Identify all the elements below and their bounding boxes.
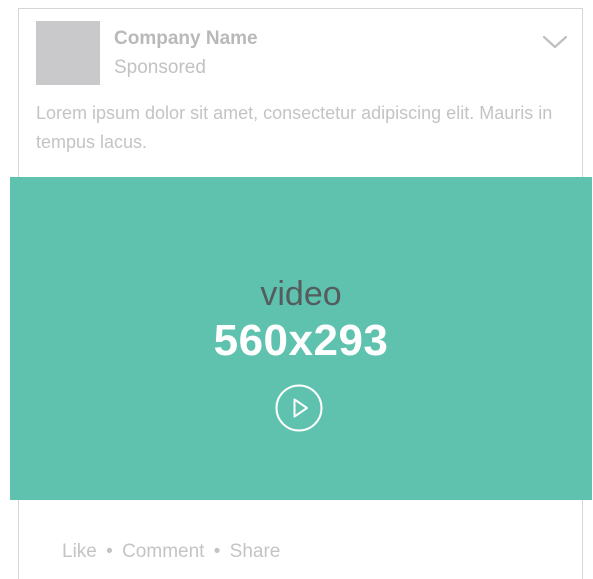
company-name[interactable]: Company Name [114, 28, 258, 50]
sponsored-label: Sponsored [114, 57, 206, 78]
video-label: video [260, 275, 342, 313]
action-separator: • [213, 541, 221, 562]
play-icon[interactable] [275, 384, 323, 432]
post-actions: Like • Comment • Share [62, 541, 280, 563]
comment-action[interactable]: Comment [122, 541, 204, 563]
chevron-down-icon[interactable] [542, 33, 568, 51]
action-separator: • [106, 541, 113, 562]
like-action[interactable]: Like [62, 541, 97, 563]
video-size: 560x293 [213, 316, 389, 365]
share-action[interactable]: Share [230, 541, 281, 563]
company-avatar[interactable] [36, 21, 100, 85]
video-player[interactable]: video 560x293 [10, 177, 592, 500]
post-description: Lorem ipsum dolor sit amet, consectetur … [36, 103, 553, 152]
